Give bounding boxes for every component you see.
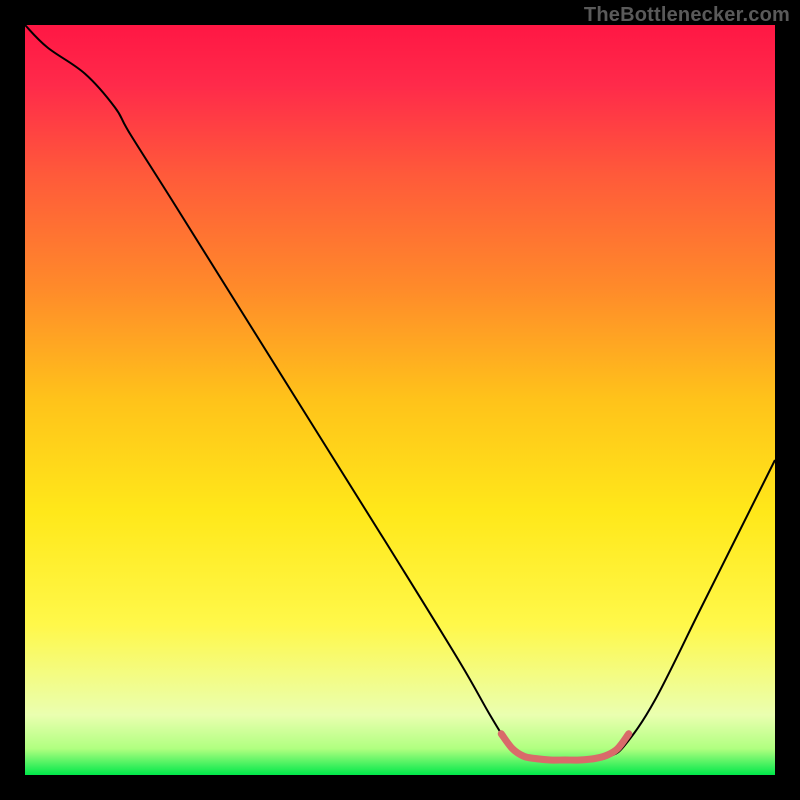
- chart-svg: [25, 25, 775, 775]
- gradient-background: [25, 25, 775, 775]
- attribution-text: TheBottlenecker.com: [584, 4, 790, 27]
- chart-container: TheBottlenecker.com: [0, 0, 800, 800]
- plot-area: [25, 25, 775, 775]
